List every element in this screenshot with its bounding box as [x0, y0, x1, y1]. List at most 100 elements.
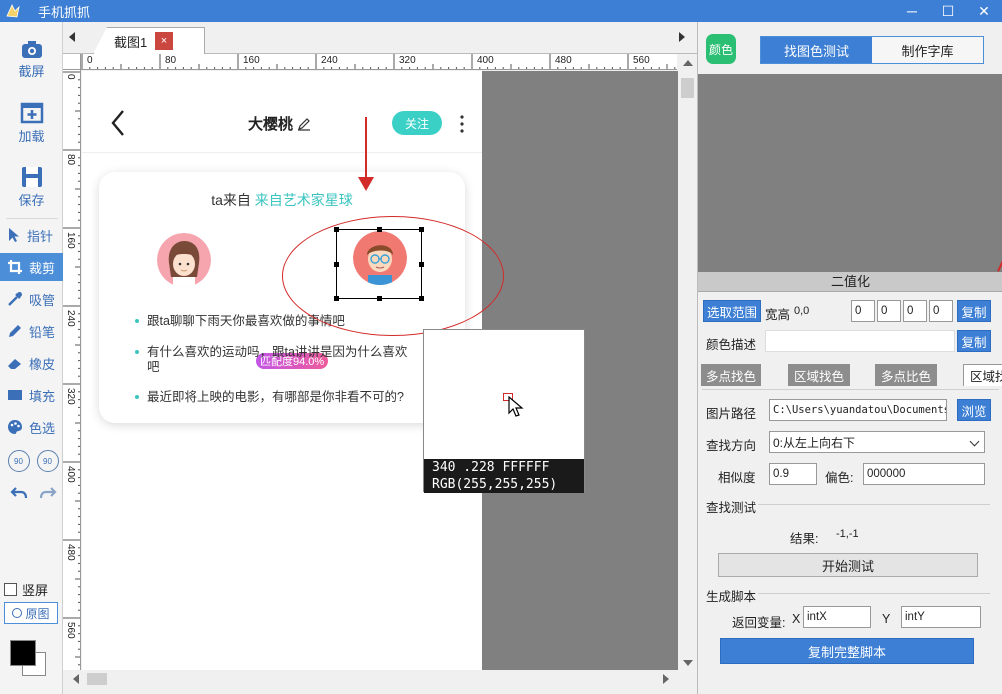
close-button[interactable]: ✕	[966, 0, 1002, 22]
female-avatar	[157, 233, 211, 287]
maximize-button[interactable]: ☐	[930, 0, 966, 22]
save-button[interactable]: 保存	[0, 156, 63, 218]
tab-make-font-library[interactable]: 制作字库	[872, 37, 983, 63]
copy-full-script-button[interactable]: 复制完整脚本	[720, 638, 974, 664]
ruler-left-label: 0	[65, 74, 76, 80]
right-panel: 颜色 找图色测试 制作字库 二值化 选取范围 宽高 0,0 0 0 0 0 复制…	[697, 22, 1002, 694]
direction-label: 查找方向	[706, 439, 757, 453]
foreground-color-swatch[interactable]	[10, 640, 36, 666]
crop-tool[interactable]: 裁剪	[0, 253, 63, 281]
red-arrow-head-icon	[358, 177, 374, 191]
select-range-button[interactable]: 选取范围	[703, 300, 761, 322]
binarize-bar[interactable]: 二值化	[698, 272, 1002, 292]
resize-handle[interactable]	[377, 227, 382, 232]
tab-label: 截图1	[114, 34, 148, 50]
image-path-input[interactable]: C:\Users\yuandatou\Documents\	[769, 399, 947, 421]
crop-selection-box[interactable]	[334, 227, 424, 301]
ruler-corner	[63, 54, 81, 70]
fill-rect-icon	[8, 390, 22, 400]
resize-handle[interactable]	[334, 227, 339, 232]
resize-handle[interactable]	[419, 262, 424, 267]
return-y-input[interactable]: intY	[901, 606, 981, 628]
preview-area	[698, 74, 1002, 272]
eraser-tool[interactable]: 橡皮	[0, 349, 63, 377]
screenshot-button[interactable]: 截屏	[0, 28, 63, 90]
pencil-tool[interactable]: 铅笔	[0, 317, 63, 345]
return-x-input[interactable]: intX	[803, 606, 871, 628]
question-item: 有什么喜欢的运动吗，跟ta讲讲是因为什么喜欢 吧	[135, 345, 407, 375]
load-button[interactable]: 加载	[0, 92, 63, 154]
width-height-label: 宽高	[765, 308, 791, 322]
ruler-top-label: 400	[477, 55, 494, 66]
similarity-input[interactable]: 0.9	[769, 463, 817, 485]
resize-handle[interactable]	[419, 227, 424, 232]
direction-select[interactable]: 0:从左上向右下	[769, 431, 985, 453]
eyedropper-tool[interactable]: 吸管	[0, 285, 63, 313]
tab-multi-point-find[interactable]: 多点找色	[701, 364, 761, 386]
portrait-checkbox[interactable]: 竖屏	[4, 580, 48, 599]
checkbox-box[interactable]	[4, 583, 17, 596]
range-y1-input[interactable]: 0	[877, 300, 901, 322]
save-label: 保存	[18, 192, 45, 208]
find-mode-tabs: 多点找色 区域找色 多点比色 区域找	[698, 364, 1002, 388]
tab-area-find[interactable]: 区域找	[963, 364, 1002, 386]
color-desc-label: 颜色描述	[706, 338, 757, 352]
resize-handle[interactable]	[334, 296, 339, 301]
offset-color-input[interactable]: 000000	[863, 463, 985, 485]
resize-handle[interactable]	[377, 296, 382, 301]
resize-handle[interactable]	[419, 296, 424, 301]
header-divider	[82, 152, 482, 153]
tab-area-find-color[interactable]: 区域找色	[788, 364, 850, 386]
undo-icon[interactable]	[9, 485, 28, 501]
copy-range-button[interactable]: 复制	[957, 300, 991, 322]
crop-icon	[8, 260, 22, 274]
scroll-thumb[interactable]	[87, 673, 107, 685]
tab-find-color-test[interactable]: 找图色测试	[761, 37, 872, 63]
find-test-label: 查找测试	[706, 501, 757, 515]
rotate-left-button[interactable]: 90	[7, 450, 30, 472]
pixel-rgb: RGB(255,255,255)	[432, 477, 558, 492]
tab-close-button[interactable]: ×	[155, 32, 173, 50]
color-desc-input[interactable]	[765, 330, 955, 352]
ruler-left-label: 320	[65, 388, 76, 405]
scroll-left-icon[interactable]	[73, 674, 79, 684]
browse-button[interactable]: 浏览	[957, 399, 991, 421]
redo-icon[interactable]	[39, 485, 57, 501]
ruler-top-label: 0	[87, 55, 93, 66]
range-x2-input[interactable]: 0	[903, 300, 927, 322]
tab-screenshot1[interactable]: 截图1	[93, 27, 205, 54]
minimize-button[interactable]: ─	[894, 0, 930, 22]
tab-multi-point-compare[interactable]: 多点比色	[875, 364, 937, 386]
resize-handle[interactable]	[334, 262, 339, 267]
scroll-up-icon[interactable]	[683, 60, 693, 66]
range-y2-input[interactable]: 0	[929, 300, 953, 322]
scroll-thumb[interactable]	[681, 78, 694, 98]
scroll-right-icon[interactable]	[663, 674, 669, 684]
magnifier-popup: 340 .228 FFFFFF RGB(255,255,255)	[423, 329, 585, 493]
pointer-tool[interactable]: 指针	[0, 221, 63, 249]
start-test-button[interactable]: 开始测试	[718, 553, 978, 577]
scroll-down-icon[interactable]	[683, 660, 693, 666]
tab-bar: 截图1 ×	[63, 22, 697, 54]
chevron-down-icon	[969, 436, 980, 447]
ruler-left-label: 480	[65, 544, 76, 561]
vertical-scrollbar[interactable]	[678, 54, 697, 670]
fill-tool[interactable]: 填充	[0, 381, 63, 409]
rotate-right-button[interactable]: 90	[36, 450, 59, 472]
range-x1-input[interactable]: 0	[851, 300, 875, 322]
camera-icon	[21, 40, 42, 58]
similarity-label: 相似度	[718, 471, 756, 485]
image-viewport[interactable]: 大樱桃 关注 ta来自 来自艺术家星球 匹配度94.0% 跟ta聊聊下雨天你最喜…	[82, 71, 678, 670]
tab-scroll-left-icon[interactable]	[69, 32, 75, 42]
color-mode-badge[interactable]: 颜色	[706, 34, 736, 64]
width-height-value: 0,0	[794, 305, 810, 317]
copy-desc-button[interactable]: 复制	[957, 330, 991, 352]
tab-scroll-right-icon[interactable]	[679, 32, 685, 42]
pencil-icon	[9, 325, 21, 337]
return-var-label: 返回变量:	[732, 616, 786, 630]
color-select-tool[interactable]: 色选	[0, 413, 63, 441]
original-image-button[interactable]: 原图	[4, 602, 58, 624]
ruler-top-label: 320	[399, 55, 416, 66]
horizontal-scrollbar[interactable]	[63, 670, 697, 688]
subtab-divider	[702, 389, 999, 390]
